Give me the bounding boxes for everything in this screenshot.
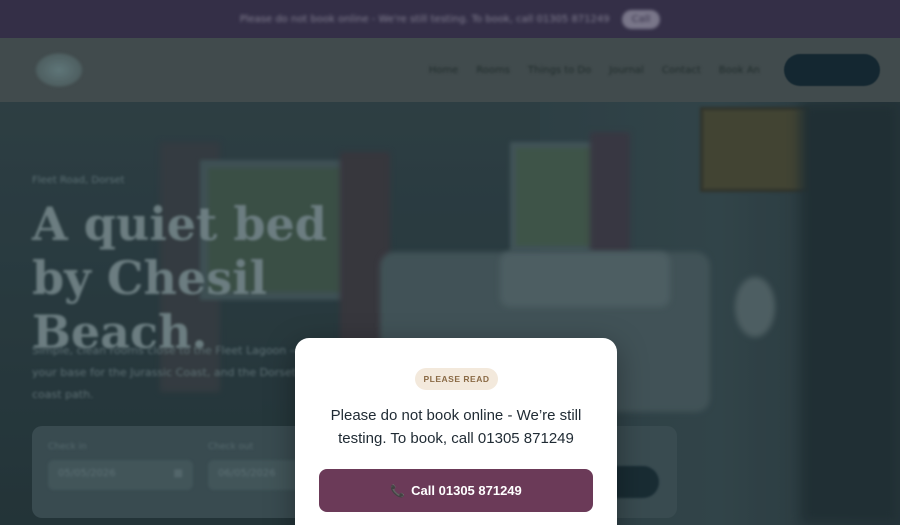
notice-modal: PLEASE READ Please do not book online - … [295, 338, 617, 525]
phone-icon: 📞 [390, 483, 406, 498]
call-button-label: Call 01305 871249 [411, 483, 522, 498]
call-button[interactable]: 📞 Call 01305 871249 [319, 469, 593, 512]
please-read-badge: PLEASE READ [415, 368, 498, 390]
modal-message: Please do not book online - We’re still … [330, 407, 582, 447]
